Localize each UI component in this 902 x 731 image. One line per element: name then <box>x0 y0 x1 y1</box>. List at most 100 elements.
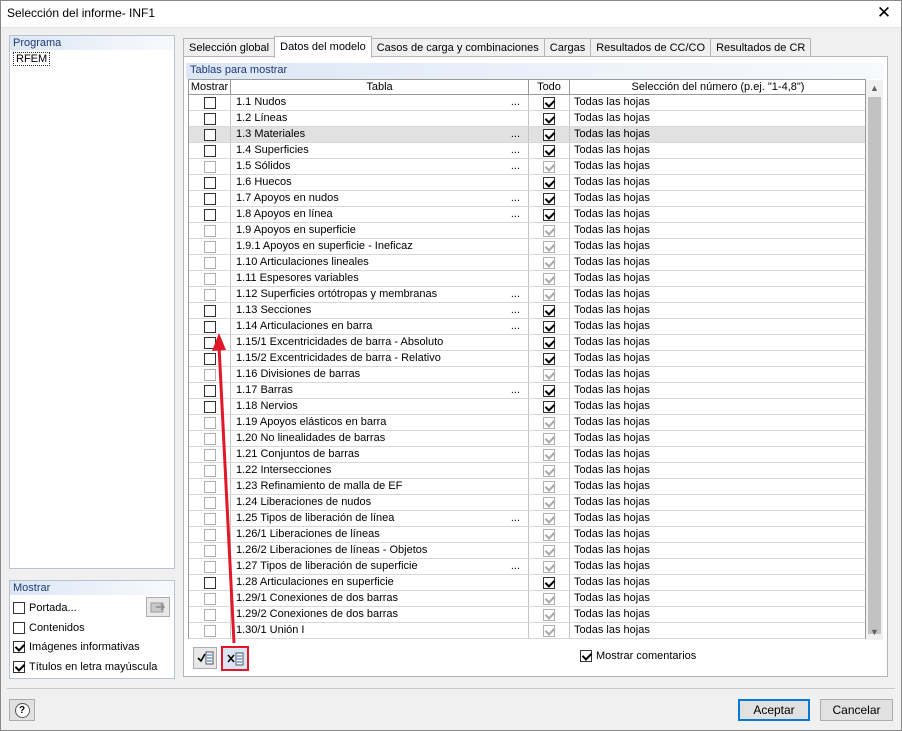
tab[interactable]: Cargas <box>543 38 592 58</box>
scroll-up-icon[interactable]: ▲ <box>866 80 883 96</box>
table-row[interactable]: 1.29/1 Conexiones de dos barras Todas las… <box>189 591 865 607</box>
all-sheets-checkbox[interactable] <box>543 176 555 189</box>
all-sheets-checkbox[interactable] <box>543 304 555 317</box>
table-row[interactable]: 1.1 Nudos... Todas las hojas <box>189 95 865 111</box>
selection-cell[interactable]: Todas las hojas <box>570 287 866 302</box>
selection-cell[interactable]: Todas las hojas <box>570 415 866 430</box>
table-row[interactable]: 1.26/2 Liberaciones de líneas - Objetos T… <box>189 543 865 559</box>
selection-cell[interactable]: Todas las hojas <box>570 207 866 222</box>
selection-cell[interactable]: Todas las hojas <box>570 559 866 574</box>
table-row[interactable]: 1.27 Tipos de liberación de superficie..… <box>189 559 865 575</box>
show-table-checkbox[interactable] <box>203 336 216 349</box>
all-sheets-checkbox[interactable] <box>543 144 555 157</box>
table-options-button[interactable]: ... <box>511 559 520 574</box>
all-sheets-checkbox[interactable] <box>543 576 555 589</box>
selection-cell[interactable]: Todas las hojas <box>570 367 866 382</box>
table-row[interactable]: 1.15/2 Excentricidades de barra - Relati… <box>189 351 865 367</box>
all-sheets-checkbox[interactable] <box>543 96 555 109</box>
selection-cell[interactable]: Todas las hojas <box>570 511 866 526</box>
table-options-button[interactable]: ... <box>511 207 520 222</box>
selection-cell[interactable]: Todas las hojas <box>570 159 866 174</box>
mostrar-option[interactable]: Portada... <box>13 599 77 617</box>
selection-cell[interactable]: Todas las hojas <box>570 495 866 510</box>
all-sheets-checkbox[interactable] <box>543 192 555 205</box>
table-row[interactable]: 1.18 Nervios Todas las hojas <box>189 399 865 415</box>
table-row[interactable]: 1.23 Refinamiento de malla de EF Todas la… <box>189 479 865 495</box>
selection-cell[interactable]: Todas las hojas <box>570 543 866 558</box>
mostrar-option[interactable]: Contenidos <box>13 619 85 637</box>
selection-cell[interactable]: Todas las hojas <box>570 319 866 334</box>
selection-cell[interactable]: Todas las hojas <box>570 223 866 238</box>
show-table-checkbox[interactable] <box>203 352 216 365</box>
selection-cell[interactable]: Todas las hojas <box>570 351 866 366</box>
table-row[interactable]: 1.17 Barras... Todas las hojas <box>189 383 865 399</box>
table-row[interactable]: 1.14 Articulaciones en barra... Todas las… <box>189 319 865 335</box>
table-options-button[interactable]: ... <box>511 511 520 526</box>
table-options-button[interactable]: ... <box>511 159 520 174</box>
show-table-checkbox[interactable] <box>203 400 216 413</box>
table-row[interactable]: 1.19 Apoyos elásticos en barra Todas las … <box>189 415 865 431</box>
table-row[interactable]: 1.25 Tipos de liberación de línea... Toda… <box>189 511 865 527</box>
show-table-checkbox[interactable] <box>203 128 216 141</box>
mostrar-option-checkbox[interactable] <box>13 661 25 673</box>
show-table-checkbox[interactable] <box>203 384 216 397</box>
table-row[interactable]: 1.12 Superficies ortótropas y membranas.… <box>189 287 865 303</box>
mostrar-option-checkbox[interactable] <box>13 622 25 634</box>
selection-cell[interactable]: Todas las hojas <box>570 431 866 446</box>
mostrar-option-checkbox[interactable] <box>13 641 25 653</box>
selection-cell[interactable]: Todas las hojas <box>570 607 866 622</box>
table-options-button[interactable]: ... <box>511 287 520 302</box>
tab[interactable]: Resultados de CR <box>710 38 812 58</box>
table-options-button[interactable]: ... <box>511 319 520 334</box>
all-sheets-checkbox[interactable] <box>543 384 555 397</box>
show-table-checkbox[interactable] <box>203 176 216 189</box>
scrollbar-thumb[interactable] <box>868 97 881 634</box>
cover-settings-button[interactable] <box>146 597 170 617</box>
selection-cell[interactable]: Todas las hojas <box>570 271 866 286</box>
table-options-button[interactable]: ... <box>511 303 520 318</box>
show-table-checkbox[interactable] <box>203 576 216 589</box>
table-row[interactable]: 1.3 Materiales... Todas las hojas <box>189 127 865 143</box>
selection-cell[interactable]: Todas las hojas <box>570 463 866 478</box>
mostrar-option-checkbox[interactable] <box>13 602 25 614</box>
table-row[interactable]: 1.4 Superficies... Todas las hojas <box>189 143 865 159</box>
table-row[interactable]: 1.9.1 Apoyos en superficie - Ineficaz Tod… <box>189 239 865 255</box>
table-row[interactable]: 1.10 Articulaciones lineales Todas las ho… <box>189 255 865 271</box>
close-icon[interactable]: ✕ <box>874 3 894 23</box>
selection-cell[interactable]: Todas las hojas <box>570 95 866 110</box>
selection-cell[interactable]: Todas las hojas <box>570 191 866 206</box>
show-table-checkbox[interactable] <box>203 320 216 333</box>
tab[interactable]: Casos de carga y combinaciones <box>370 38 545 58</box>
show-table-checkbox[interactable] <box>203 112 216 125</box>
table-options-button[interactable]: ... <box>511 191 520 206</box>
table-options-button[interactable]: ... <box>511 127 520 142</box>
table-options-button[interactable]: ... <box>511 95 520 110</box>
table-row[interactable]: 1.22 Intersecciones Todas las hojas <box>189 463 865 479</box>
all-sheets-checkbox[interactable] <box>543 112 555 125</box>
all-sheets-checkbox[interactable] <box>543 336 555 349</box>
table-row[interactable]: 1.9 Apoyos en superficie Todas las hojas <box>189 223 865 239</box>
select-all-button[interactable] <box>193 647 217 669</box>
table-row[interactable]: 1.21 Conjuntos de barras Todas las hojas <box>189 447 865 463</box>
vertical-scrollbar[interactable]: ▲ ▼ <box>866 80 883 640</box>
show-table-checkbox[interactable] <box>203 304 216 317</box>
selection-cell[interactable]: Todas las hojas <box>570 255 866 270</box>
deselect-all-button[interactable] <box>221 646 249 671</box>
table-row[interactable]: 1.20 No linealidades de barras Todas las … <box>189 431 865 447</box>
all-sheets-checkbox[interactable] <box>543 208 555 221</box>
tab[interactable]: Selección global <box>183 38 276 58</box>
programa-item-rfem[interactable]: RFEM <box>13 52 51 66</box>
table-row[interactable]: 1.24 Liberaciones de nudos Todas las hoja… <box>189 495 865 511</box>
scroll-down-icon[interactable]: ▼ <box>866 624 883 640</box>
table-row[interactable]: 1.26/1 Liberaciones de líneas Todas las h… <box>189 527 865 543</box>
table-row[interactable]: 1.15/1 Excentricidades de barra - Absolu… <box>189 335 865 351</box>
selection-cell[interactable]: Todas las hojas <box>570 447 866 462</box>
selection-cell[interactable]: Todas las hojas <box>570 303 866 318</box>
selection-cell[interactable]: Todas las hojas <box>570 239 866 254</box>
table-row[interactable]: 1.2 Líneas Todas las hojas <box>189 111 865 127</box>
selection-cell[interactable]: Todas las hojas <box>570 111 866 126</box>
table-row[interactable]: 1.11 Espesores variables Todas las hojas <box>189 271 865 287</box>
show-comments-checkbox[interactable] <box>580 650 592 662</box>
table-row[interactable]: 1.29/2 Conexiones de dos barras Todas las… <box>189 607 865 623</box>
accept-button[interactable]: Aceptar <box>738 699 810 721</box>
